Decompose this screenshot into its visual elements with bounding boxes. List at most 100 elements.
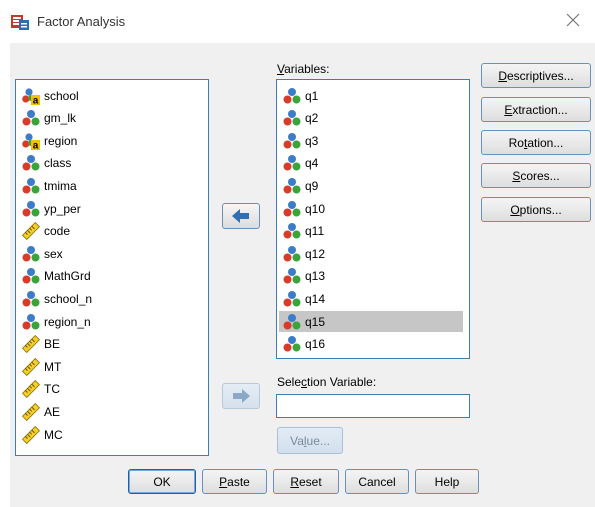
- selected-variable-item[interactable]: q13: [279, 266, 463, 287]
- source-variable-item[interactable]: school_n: [18, 288, 202, 309]
- selected-variable-label: q12: [305, 246, 326, 261]
- svg-text:a: a: [33, 140, 39, 150]
- selected-variable-label: q15: [305, 314, 326, 329]
- nominal-icon: [283, 335, 301, 353]
- window-title: Factor Analysis: [37, 14, 126, 29]
- scale-ruler-icon: [21, 425, 41, 444]
- selected-variable-item[interactable]: q15: [279, 311, 463, 332]
- selected-variable-item[interactable]: q11: [279, 221, 463, 242]
- title-bar: Factor Analysis: [0, 0, 595, 42]
- selected-variable-label: q11: [305, 224, 325, 239]
- nominal-icon: [22, 200, 40, 218]
- selected-variable-label: q3: [305, 133, 319, 148]
- selected-variable-item[interactable]: q10: [279, 198, 463, 219]
- nominal-icon: [283, 245, 301, 263]
- source-variable-item[interactable]: gm_lk: [18, 108, 202, 129]
- source-variable-label: tmima: [44, 178, 77, 193]
- source-variable-label: sex: [44, 246, 63, 261]
- nominal-icon: [22, 109, 40, 127]
- source-variable-item[interactable]: MathGrd: [18, 266, 202, 287]
- source-variable-label: region: [44, 133, 78, 148]
- source-variable-item[interactable]: region_n: [18, 311, 202, 332]
- source-variable-item[interactable]: TC: [18, 379, 202, 400]
- source-variable-item[interactable]: class: [18, 153, 202, 174]
- selected-variable-item[interactable]: q16: [279, 334, 463, 355]
- scale-ruler-icon: [21, 335, 41, 354]
- nominal-icon: [283, 87, 301, 105]
- value-button[interactable]: Va l ue...: [277, 427, 343, 454]
- source-variable-label: MC: [44, 427, 63, 442]
- source-variable-item[interactable]: a region: [18, 130, 202, 151]
- selected-variable-label: q10: [305, 201, 326, 216]
- nominal-icon: [22, 313, 40, 331]
- source-variable-label: code: [44, 224, 71, 239]
- nominal-icon: [22, 290, 40, 308]
- move-to-selection-button[interactable]: [222, 383, 260, 409]
- selected-variable-label: q13: [305, 269, 326, 284]
- nominal-icon: [283, 132, 301, 150]
- source-variable-list[interactable]: a school gm_lk a region class tmima yp_per code s…: [15, 79, 209, 456]
- selected-variable-label: q1: [305, 88, 319, 103]
- nominal-icon: [22, 154, 40, 172]
- nominal-icon: [283, 200, 301, 218]
- variables-list[interactable]: q1 q2 q3 q4 q9 q10 q11 q12 q13 q14 q15 q16: [276, 79, 470, 359]
- arrow-right-icon: [233, 389, 250, 403]
- nominal-icon: [22, 245, 40, 263]
- source-variable-item[interactable]: yp_per: [18, 198, 202, 219]
- nominal-icon: [283, 154, 301, 172]
- source-variable-label: TC: [44, 382, 60, 397]
- source-variable-item[interactable]: AE: [18, 401, 202, 422]
- source-variable-item[interactable]: code: [18, 221, 202, 242]
- selected-variable-item[interactable]: q2: [279, 108, 463, 129]
- selected-variable-label: q4: [305, 156, 319, 171]
- selected-variable-item[interactable]: q12: [279, 243, 463, 264]
- nominal-icon: [283, 290, 301, 308]
- source-variable-label: AE: [44, 404, 61, 419]
- help-button[interactable]: Help: [415, 469, 479, 494]
- source-variable-item[interactable]: sex: [18, 243, 202, 264]
- descriptives-button[interactable]: Descriptives...: [481, 63, 591, 88]
- selection-variable-field[interactable]: [276, 394, 470, 418]
- nominal-icon: [283, 177, 301, 195]
- source-variable-item[interactable]: tmima: [18, 175, 202, 196]
- source-variable-label: BE: [44, 337, 61, 352]
- spss-app-icon: [11, 15, 29, 30]
- nominal-icon: [283, 109, 301, 127]
- rotation-button[interactable]: Ro t ation...: [481, 130, 591, 155]
- selected-variable-label: q16: [305, 337, 326, 352]
- move-to-variables-button[interactable]: [222, 203, 260, 229]
- nominal-icon: [283, 267, 301, 285]
- options-button[interactable]: Options...: [481, 197, 591, 222]
- selected-variable-item[interactable]: q1: [279, 85, 463, 106]
- selected-variable-item[interactable]: q4: [279, 153, 463, 174]
- source-variable-item[interactable]: MT: [18, 356, 202, 377]
- scale-ruler-icon: [21, 222, 41, 241]
- selected-variable-item[interactable]: q9: [279, 175, 463, 196]
- scale-ruler-icon: [21, 402, 41, 421]
- source-variable-label: class: [44, 156, 72, 171]
- scores-button[interactable]: Scores...: [481, 163, 591, 188]
- ok-button[interactable]: OK: [128, 469, 196, 494]
- source-variable-item[interactable]: a school: [18, 85, 202, 106]
- variables-label: Variables:: [277, 62, 330, 76]
- scale-ruler-icon: [21, 357, 41, 376]
- nominal-icon: [22, 267, 40, 285]
- source-variable-label: school: [44, 88, 79, 103]
- source-variable-item[interactable]: BE: [18, 334, 202, 355]
- paste-button[interactable]: Paste: [202, 469, 267, 494]
- extraction-button[interactable]: Extraction...: [481, 97, 591, 122]
- selection-variable-label: Selection Variable:: [277, 375, 377, 389]
- nominal-icon: [22, 177, 40, 195]
- close-icon[interactable]: [565, 12, 581, 28]
- cancel-button[interactable]: Cancel: [345, 469, 409, 494]
- factor-analysis-dialog: Factor Analysis a school gm_lk a region class…: [0, 0, 595, 507]
- selected-variable-item[interactable]: q14: [279, 288, 463, 309]
- selected-variable-label: q9: [305, 178, 319, 193]
- source-variable-label: region_n: [44, 314, 91, 329]
- reset-button[interactable]: Reset: [273, 469, 339, 494]
- nominal-icon: [283, 313, 301, 331]
- selected-variable-item[interactable]: q3: [279, 130, 463, 151]
- source-variable-label: MathGrd: [44, 269, 91, 284]
- source-variable-label: gm_lk: [44, 111, 77, 126]
- source-variable-item[interactable]: MC: [18, 424, 202, 445]
